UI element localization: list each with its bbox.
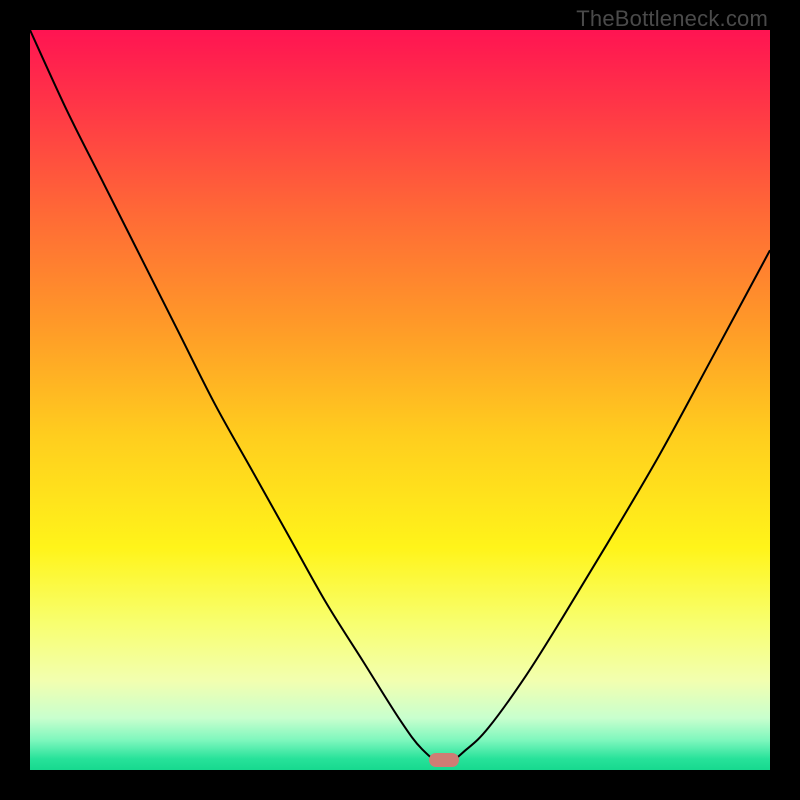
optimal-point-marker <box>429 753 459 767</box>
heatmap-gradient-background <box>30 30 770 770</box>
plot-frame <box>30 30 770 770</box>
watermark-text: TheBottleneck.com <box>576 6 768 32</box>
